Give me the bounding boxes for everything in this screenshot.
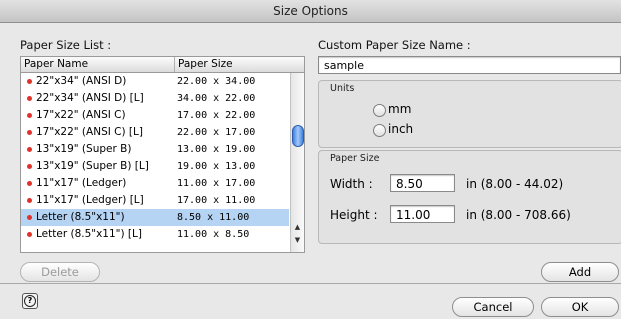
paper-size-list-label: Paper Size List : (20, 38, 112, 52)
bullet-icon (27, 181, 32, 186)
custom-name-input[interactable]: sample (318, 56, 621, 74)
list-item[interactable]: 13"x19" (Super B) [L] 19.00 x 13.00 (21, 158, 289, 175)
paper-size-rows: 22"x34" (ANSI D) 22.00 x 34.00 22"x34" (AN… (21, 73, 289, 243)
height-input[interactable]: 11.00 (390, 205, 455, 223)
paper-size-cell: 11.00 x 17.00 (177, 178, 256, 189)
units-title: Units (330, 83, 355, 94)
list-item[interactable]: 17"x22" (ANSI C) 17.00 x 22.00 (21, 107, 289, 124)
paper-name-cell: 11"x17" (Ledger) (36, 177, 127, 189)
scroll-up-cap (293, 74, 302, 83)
paper-name-cell: 22"x34" (ANSI D) [L] (36, 92, 144, 104)
paper-size-group (318, 150, 621, 244)
paper-size-cell: 22.00 x 17.00 (177, 127, 256, 138)
column-header-paper-name[interactable]: Paper Name (21, 57, 175, 72)
paper-size-cell: 17.00 x 11.00 (177, 195, 256, 206)
paper-size-cell: 11.00 x 8.50 (177, 229, 250, 240)
scroll-down-arrow-icon[interactable]: ▼ (293, 236, 302, 245)
radio-mm-label[interactable]: mm (388, 102, 411, 116)
column-header-paper-size[interactable]: Paper Size (175, 57, 288, 72)
paper-size-cell: 34.00 x 22.00 (177, 93, 256, 104)
list-item[interactable]: 11"x17" (Ledger) 11.00 x 17.00 (21, 175, 289, 192)
width-input[interactable]: 8.50 (390, 174, 455, 192)
units-group (318, 80, 621, 148)
cancel-button[interactable]: Cancel (452, 297, 534, 317)
bullet-icon (27, 147, 32, 152)
paper-name-cell: 17"x22" (ANSI C) (36, 109, 126, 121)
radio-inch[interactable] (373, 124, 386, 137)
width-label: Width : (330, 177, 373, 191)
ok-button[interactable]: OK (541, 297, 619, 317)
bullet-icon (27, 113, 32, 118)
bullet-icon (27, 164, 32, 169)
list-scrollbar[interactable]: ▲ ▼ (290, 73, 304, 252)
paper-name-cell: 13"x19" (Super B) [L] (36, 160, 149, 172)
scrollbar-thumb[interactable] (292, 125, 304, 147)
paper-name-cell: 22"x34" (ANSI D) (36, 75, 127, 87)
footer-divider (0, 283, 621, 284)
bullet-icon (27, 96, 32, 101)
paper-name-cell: Letter (8.5"x11") (36, 211, 125, 223)
paper-name-cell: 13"x19" (Super B) (36, 143, 132, 155)
radio-mm[interactable] (373, 104, 386, 117)
paper-name-cell: 17"x22" (ANSI C) [L] (36, 126, 143, 138)
window-title: Size Options (273, 4, 348, 18)
bullet-icon (27, 79, 32, 84)
window-title-bar: Size Options (0, 0, 621, 23)
paper-size-cell: 8.50 x 11.00 (177, 212, 250, 223)
radio-inch-label[interactable]: inch (388, 122, 413, 136)
help-icon[interactable]: ? (22, 293, 38, 309)
height-label: Height : (330, 208, 378, 222)
width-range-text: in (8.00 - 44.02) (466, 177, 564, 191)
bullet-icon (27, 232, 32, 237)
paper-size-list[interactable]: Paper Name Paper Size 22"x34" (ANSI D) 22… (20, 56, 305, 253)
paper-name-cell: 11"x17" (Ledger) [L] (36, 194, 144, 206)
bullet-icon (27, 215, 32, 220)
custom-paper-size-name-label: Custom Paper Size Name : (318, 38, 471, 52)
add-button[interactable]: Add (541, 262, 619, 282)
delete-button[interactable]: Delete (20, 262, 100, 282)
scroll-up-arrow-icon[interactable]: ▲ (293, 223, 302, 232)
list-item[interactable]: 22"x34" (ANSI D) 22.00 x 34.00 (21, 73, 289, 90)
list-item[interactable]: Letter (8.5"x11") [L] 11.00 x 8.50 (21, 226, 289, 243)
list-item[interactable]: 13"x19" (Super B) 13.00 x 19.00 (21, 141, 289, 158)
paper-size-cell: 17.00 x 22.00 (177, 110, 256, 121)
bullet-icon (27, 198, 32, 203)
paper-size-title: Paper Size (330, 153, 380, 164)
list-item[interactable]: 11"x17" (Ledger) [L] 17.00 x 11.00 (21, 192, 289, 209)
paper-size-cell: 19.00 x 13.00 (177, 161, 256, 172)
paper-size-cell: 13.00 x 19.00 (177, 144, 256, 155)
list-item[interactable]: 17"x22" (ANSI C) [L] 22.00 x 17.00 (21, 124, 289, 141)
paper-size-cell: 22.00 x 34.00 (177, 76, 256, 87)
height-range-text: in (8.00 - 708.66) (466, 208, 571, 222)
list-header: Paper Name Paper Size (21, 57, 304, 73)
paper-name-cell: Letter (8.5"x11") [L] (36, 228, 142, 240)
bullet-icon (27, 130, 32, 135)
list-item[interactable]: Letter (8.5"x11") 8.50 x 11.00 (21, 209, 289, 226)
list-item[interactable]: 22"x34" (ANSI D) [L] 34.00 x 22.00 (21, 90, 289, 107)
